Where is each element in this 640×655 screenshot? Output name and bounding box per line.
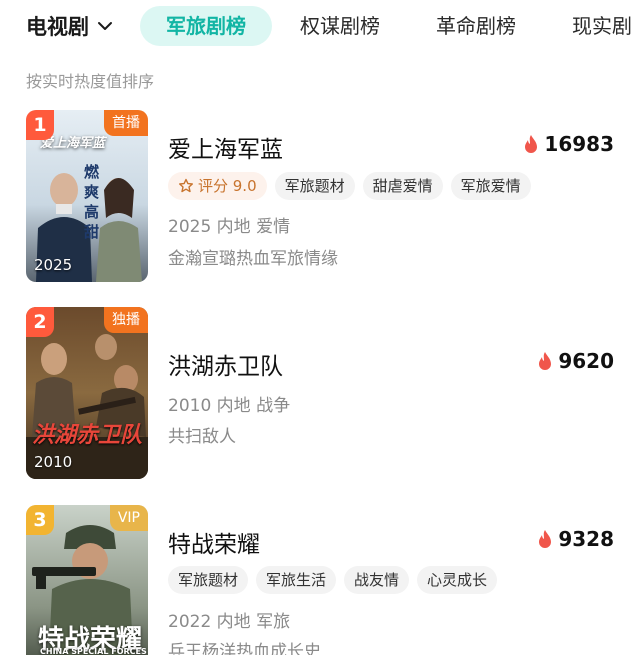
drama-description: 共扫敌人 — [168, 427, 236, 447]
category-dropdown[interactable]: 电视剧 — [26, 12, 113, 40]
drama-description: 金瀚宣璐热血军旅情缘 — [168, 249, 338, 269]
category-label: 电视剧 — [26, 15, 89, 39]
tag-list: 军旅题材 军旅生活 战友情 心灵成长 — [168, 566, 498, 594]
ranking-item-3[interactable]: 特战荣耀 CHINA SPECIAL FORCES 3 VIP 特战荣耀 932… — [0, 505, 640, 655]
poster-title-text: 洪湖赤卫队 — [32, 423, 143, 448]
vip-badge: VIP — [109, 505, 148, 531]
poster-year: 2025 — [34, 256, 73, 274]
tab-bar: 电视剧 军旅剧榜 权谋剧榜 革命剧榜 现实剧 — [0, 0, 640, 52]
genre-tag[interactable]: 军旅生活 — [256, 566, 337, 594]
heat-value: 9620 — [558, 349, 614, 373]
tab-military-drama[interactable]: 军旅剧榜 — [140, 6, 272, 46]
heat-value: 16983 — [544, 132, 614, 156]
tab-realism-drama[interactable]: 现实剧 — [572, 6, 632, 46]
heat-score: 9620 — [537, 349, 614, 373]
heat-score: 16983 — [523, 132, 614, 156]
drama-description: 兵王杨洋热血成长史 — [168, 642, 321, 655]
ranking-item-1[interactable]: 爱上海军蓝 燃爽高甜 1 首播 2025 爱上海军蓝 16983 评分 9.0 … — [0, 110, 640, 290]
poster-image[interactable]: 爱上海军蓝 燃爽高甜 1 首播 2025 — [26, 110, 148, 282]
rating-tag[interactable]: 评分 9.0 — [168, 172, 267, 200]
genre-tag[interactable]: 军旅题材 — [168, 566, 249, 594]
drama-meta: 2025 内地 爱情 — [168, 217, 291, 237]
poster-year: 2010 — [34, 453, 73, 471]
ranking-page: 电视剧 军旅剧榜 权谋剧榜 革命剧榜 现实剧 按实时热度值排序 爱上海军蓝 燃爽… — [0, 0, 640, 655]
sort-hint: 按实时热度值排序 — [26, 72, 155, 91]
drama-meta: 2022 内地 军旅 — [168, 612, 291, 632]
poster-image[interactable]: 特战荣耀 CHINA SPECIAL FORCES 3 VIP — [26, 505, 148, 655]
genre-tag[interactable]: 战友情 — [344, 566, 410, 594]
genre-tag[interactable]: 心灵成长 — [417, 566, 498, 594]
drama-title[interactable]: 洪湖赤卫队 — [168, 347, 283, 381]
rank-badge: 2 — [26, 307, 54, 337]
chevron-down-icon — [98, 22, 112, 30]
flame-icon — [539, 530, 552, 548]
poster-slogan-text: 燃爽高甜 — [84, 163, 100, 241]
tab-power-struggle-drama[interactable]: 权谋剧榜 — [300, 6, 380, 46]
genre-tag[interactable]: 军旅题材 — [274, 172, 355, 200]
rank-badge: 1 — [26, 110, 54, 140]
exclusive-badge: 独播 — [104, 307, 148, 333]
ranking-item-2[interactable]: 洪湖赤卫队 2 独播 2010 洪湖赤卫队 9620 2010 内地 战争 共扫… — [0, 307, 640, 482]
flame-icon — [539, 352, 552, 370]
tab-revolution-drama[interactable]: 革命剧榜 — [436, 6, 516, 46]
flame-icon — [525, 135, 538, 153]
star-outline-icon — [179, 178, 193, 193]
heat-value: 9328 — [558, 527, 614, 551]
premiere-badge: 首播 — [104, 110, 148, 136]
heat-score: 9328 — [537, 527, 614, 551]
drama-meta: 2010 内地 战争 — [168, 396, 291, 416]
tag-list: 评分 9.0 军旅题材 甜虐爱情 军旅爱情 — [168, 172, 531, 200]
genre-tag[interactable]: 军旅爱情 — [450, 172, 531, 200]
drama-title[interactable]: 爱上海军蓝 — [168, 130, 283, 164]
rating-text: 评分 9.0 — [198, 177, 257, 195]
genre-tag[interactable]: 甜虐爱情 — [362, 172, 443, 200]
poster-subtitle-text: CHINA SPECIAL FORCES — [40, 647, 147, 655]
drama-title[interactable]: 特战荣耀 — [168, 525, 260, 559]
poster-image[interactable]: 洪湖赤卫队 2 独播 2010 — [26, 307, 148, 479]
rank-badge: 3 — [26, 505, 54, 535]
